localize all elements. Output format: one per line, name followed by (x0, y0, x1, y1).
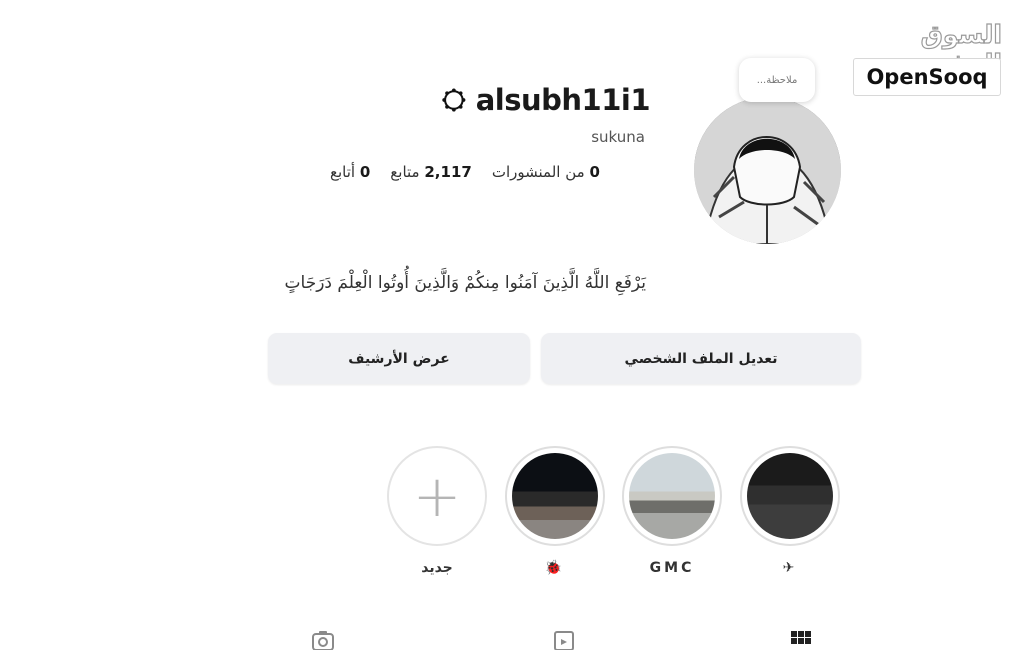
highlight-label: 🐞 (544, 560, 566, 576)
profile-full-name: sukuna (591, 128, 645, 146)
following-count[interactable]: 0 أتابع (330, 163, 370, 187)
posts-count-label: من المنشورات (491, 163, 585, 181)
threads-badge-icon[interactable] (440, 85, 468, 115)
highlight-cover-image (629, 453, 715, 539)
watermark-logo: OpenSooq (853, 58, 1001, 96)
reels-icon[interactable] (549, 628, 579, 650)
posts-count[interactable]: 0 من المنشورات (492, 163, 600, 187)
view-archive-button[interactable]: عرض الأرشيف (268, 333, 530, 384)
posts-count-value: 0 (589, 163, 600, 181)
edit-profile-button[interactable]: تعديل الملف الشخصي (541, 333, 861, 384)
highlight-label: GMC (649, 560, 695, 576)
profile-bio: يَرْفَعِ اللَّهُ الَّذِينَ آمَنُوا مِنكُ… (284, 273, 646, 293)
highlight-label: جديد (421, 560, 453, 576)
highlight-item-bug[interactable]: 🐞 (505, 446, 605, 576)
avatar-illustration (694, 97, 841, 244)
highlight-item-plane[interactable]: ✈ (740, 446, 840, 576)
profile-stats: 0 من المنشورات 2,117 متابع 0 أتابع (330, 163, 646, 187)
highlight-label: ✈ (782, 560, 798, 576)
plus-icon: + (412, 462, 462, 530)
followers-count-value: 2,117 (424, 163, 472, 181)
profile-avatar[interactable] (694, 97, 841, 244)
highlight-item-gmc[interactable]: GMC (622, 446, 722, 576)
following-count-label: أتابع (330, 163, 356, 181)
grid-icon[interactable] (786, 628, 816, 650)
highlight-ring (622, 446, 722, 546)
followers-count[interactable]: 2,117 متابع (390, 163, 472, 187)
new-highlight-button[interactable]: + جديد (387, 446, 487, 576)
followers-count-label: متابع (390, 163, 420, 181)
username-row: alsubh11i1 (440, 80, 651, 120)
following-count-value: 0 (359, 163, 371, 181)
highlight-ring (505, 446, 605, 546)
highlight-cover-image (747, 453, 833, 539)
tagged-icon[interactable] (308, 628, 338, 650)
highlight-ring (740, 446, 840, 546)
note-bubble[interactable]: ملاحظة... (739, 58, 815, 102)
profile-username: alsubh11i1 (475, 83, 651, 117)
highlight-ring: + (387, 446, 487, 546)
highlight-cover-image (512, 453, 598, 539)
